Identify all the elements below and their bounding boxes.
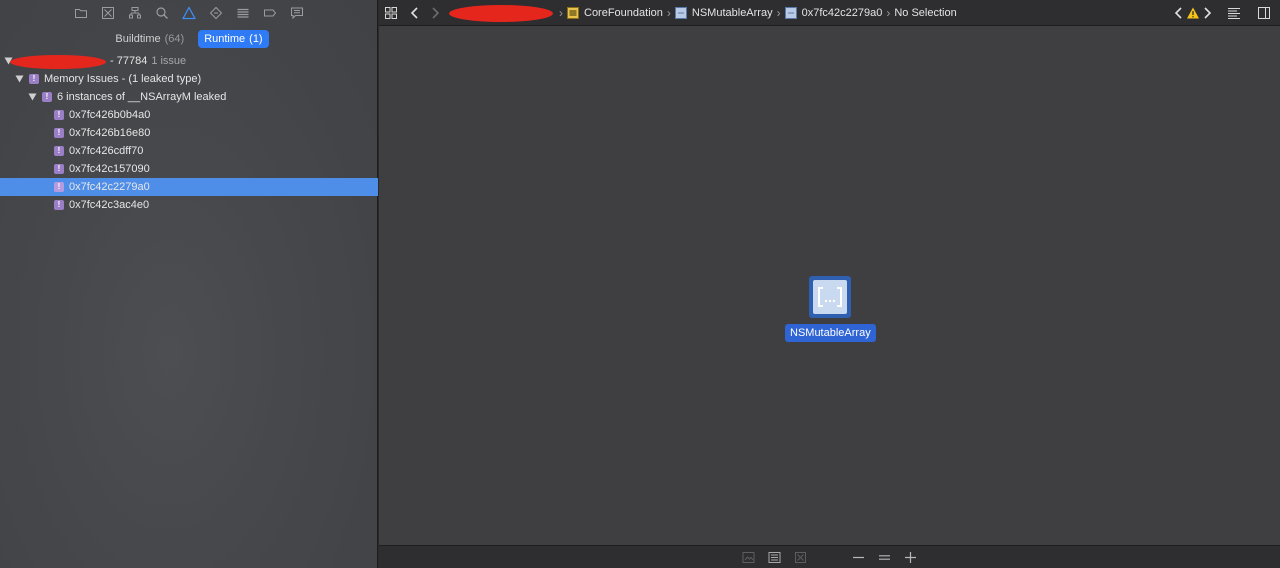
crumb-label: CoreFoundation xyxy=(584,6,663,19)
warning-icon[interactable] xyxy=(1186,3,1200,23)
runtime-issue-icon: ! xyxy=(42,92,52,102)
hierarchy-icon[interactable] xyxy=(126,4,144,22)
redaction-mark xyxy=(449,4,553,22)
crumb-framework[interactable]: CoreFoundation xyxy=(567,6,663,19)
redacted-crumb xyxy=(449,3,555,23)
crumb-label: No Selection xyxy=(894,6,957,19)
buildtime-scope-button[interactable]: Buildtime (64) xyxy=(109,30,190,48)
inspector-toggle-icon[interactable] xyxy=(1254,3,1274,23)
memory-issues-label: Memory Issues - (1 leaked type) xyxy=(44,73,202,85)
runtime-issue-icon: ! xyxy=(54,110,64,120)
leak-instance-row[interactable]: ! 0x7fc426cdff70 xyxy=(0,142,378,160)
array-brackets-icon[interactable] xyxy=(809,276,851,318)
crumb-separator: › xyxy=(666,5,671,20)
test-diamond-icon[interactable] xyxy=(207,4,225,22)
crumb-label: NSMutableArray xyxy=(691,6,773,19)
runtime-count: (1) xyxy=(249,33,263,45)
disclosure-triangle-icon[interactable] xyxy=(15,75,24,84)
instance-address: 0x7fc426b16e80 xyxy=(69,127,151,139)
buildtime-count: (64) xyxy=(164,33,185,45)
leak-instance-row[interactable]: ! 0x7fc42c157090 xyxy=(0,160,378,178)
show-only-content-icon[interactable] xyxy=(741,549,757,565)
instance-address: 0x7fc42c3ac4e0 xyxy=(69,199,150,211)
redaction-mark xyxy=(10,55,106,69)
leak-instance-row-selected[interactable]: ! 0x7fc42c2279a0 xyxy=(0,178,378,196)
process-row[interactable]: - 77784 1 issue xyxy=(0,52,378,70)
runtime-issue-icon: ! xyxy=(54,164,64,174)
editor-options-icon[interactable] xyxy=(1224,3,1244,23)
buildtime-label: Buildtime xyxy=(115,33,161,45)
issue-scope-bar: Buildtime (64) Runtime (1) xyxy=(0,28,378,50)
node-label[interactable]: NSMutableArray xyxy=(785,324,876,342)
navigator-toolbar xyxy=(0,0,378,26)
leak-group-label: 6 instances of __NSArrayM leaked xyxy=(57,91,227,103)
runtime-label: Runtime xyxy=(204,33,246,45)
forward-chevron-icon[interactable] xyxy=(425,3,445,23)
graph-node[interactable]: NSMutableArray xyxy=(785,276,885,346)
runtime-issue-icon: ! xyxy=(54,200,64,210)
jump-bar: › CoreFoundation › NSMutableArray › 0x7f… xyxy=(379,0,1280,26)
runtime-issue-icon: ! xyxy=(54,128,64,138)
show-only-leaked-icon[interactable] xyxy=(767,549,783,565)
debug-icon[interactable] xyxy=(234,4,252,22)
object-icon xyxy=(784,6,797,19)
zoom-reset-icon[interactable] xyxy=(877,549,893,565)
crumb-separator: › xyxy=(886,5,891,20)
runtime-issue-icon: ! xyxy=(54,182,64,192)
crumb-class[interactable]: NSMutableArray xyxy=(674,6,773,19)
memory-issues-row[interactable]: ! Memory Issues - (1 leaked type) xyxy=(0,70,378,88)
instance-address: 0x7fc426cdff70 xyxy=(69,145,144,157)
leak-instance-row[interactable]: ! 0x7fc426b0b4a0 xyxy=(0,106,378,124)
crumb-selection[interactable]: No Selection xyxy=(894,7,956,19)
memory-graph-canvas[interactable]: NSMutableArray xyxy=(379,27,1280,545)
crumb-separator: › xyxy=(776,5,781,20)
class-icon xyxy=(674,6,687,19)
issue-warning-icon[interactable] xyxy=(180,4,198,22)
report-icon[interactable] xyxy=(288,4,306,22)
crumb-label: 0x7fc42c2279a0 xyxy=(801,6,883,19)
zoom-in-icon[interactable] xyxy=(903,549,919,565)
instance-address: 0x7fc426b0b4a0 xyxy=(69,109,151,121)
memory-graph-editor: › CoreFoundation › NSMutableArray › 0x7f… xyxy=(379,0,1280,568)
source-control-icon[interactable] xyxy=(99,4,117,22)
runtime-issue-icon: ! xyxy=(29,74,39,84)
breakpoint-icon[interactable] xyxy=(261,4,279,22)
runtime-scope-button[interactable]: Runtime (1) xyxy=(198,30,269,48)
related-items-icon[interactable] xyxy=(381,3,401,23)
issue-tree: - 77784 1 issue ! Memory Issues - (1 lea… xyxy=(0,52,378,214)
back-chevron-icon[interactable] xyxy=(405,3,425,23)
center-graph-icon[interactable] xyxy=(793,549,809,565)
previous-issue-icon[interactable] xyxy=(1172,3,1186,23)
leak-group-row[interactable]: ! 6 instances of __NSArrayM leaked xyxy=(0,88,378,106)
disclosure-triangle-icon[interactable] xyxy=(28,93,37,102)
runtime-issue-icon: ! xyxy=(54,146,64,156)
instance-address: 0x7fc42c157090 xyxy=(69,163,150,175)
framework-icon xyxy=(567,6,579,19)
process-name: - 77784 xyxy=(110,55,148,67)
graph-bottom-bar xyxy=(379,545,1280,568)
crumb-separator: › xyxy=(559,5,563,20)
crumb-object[interactable]: 0x7fc42c2279a0 xyxy=(784,6,883,19)
zoom-out-icon[interactable] xyxy=(851,549,867,565)
leak-instance-row[interactable]: ! 0x7fc42c3ac4e0 xyxy=(0,196,378,214)
folder-icon[interactable] xyxy=(72,4,90,22)
issue-navigator: Buildtime (64) Runtime (1) - 77784 1 iss… xyxy=(0,0,378,568)
process-issue-count: 1 issue xyxy=(151,55,187,67)
find-icon[interactable] xyxy=(153,4,171,22)
instance-address: 0x7fc42c2279a0 xyxy=(69,181,150,193)
leak-instance-row[interactable]: ! 0x7fc426b16e80 xyxy=(0,124,378,142)
next-issue-icon[interactable] xyxy=(1200,3,1214,23)
